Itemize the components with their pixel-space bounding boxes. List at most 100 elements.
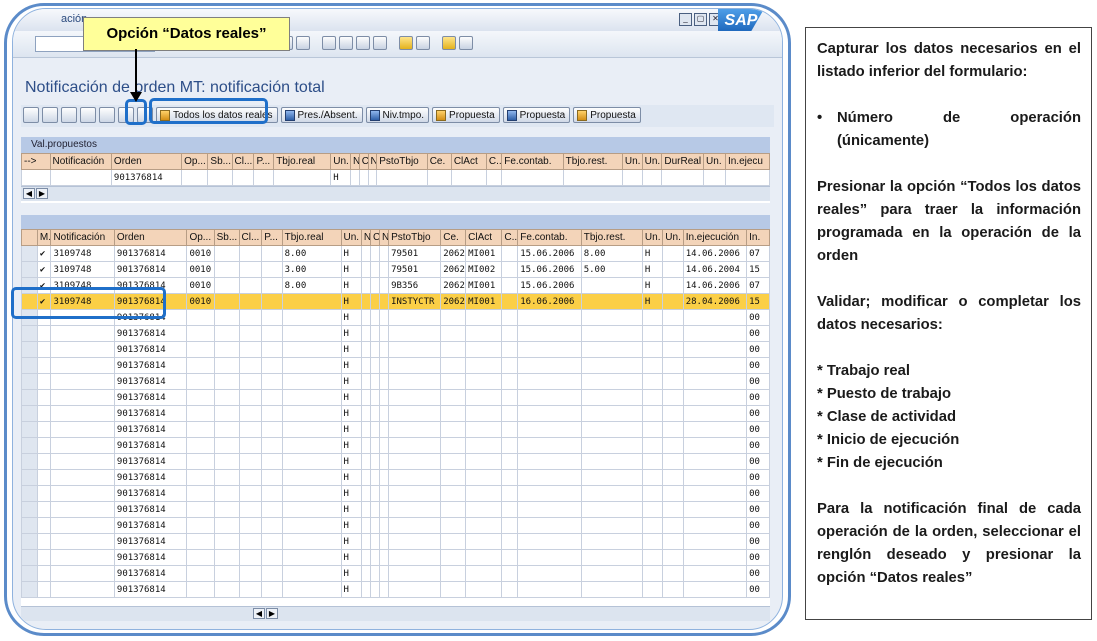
horizontal-scrollbar[interactable]: ◀ ▶	[21, 186, 770, 201]
cell[interactable]	[186, 517, 215, 534]
cell[interactable]	[261, 325, 283, 342]
cell[interactable]	[238, 437, 263, 454]
cell[interactable]	[501, 485, 519, 502]
cell[interactable]	[261, 469, 283, 486]
col-header[interactable]: -->	[21, 153, 51, 170]
cell[interactable]	[349, 169, 360, 186]
cell[interactable]	[186, 581, 215, 598]
cell[interactable]	[388, 501, 442, 518]
cell[interactable]	[662, 405, 684, 422]
row-selector[interactable]	[21, 261, 38, 278]
cell[interactable]: 00	[746, 485, 770, 502]
cell[interactable]	[261, 533, 283, 550]
cell[interactable]	[426, 169, 452, 186]
cell[interactable]	[580, 453, 643, 470]
cell[interactable]	[517, 405, 582, 422]
cell[interactable]	[388, 309, 442, 326]
cell[interactable]: H	[340, 405, 362, 422]
cell[interactable]	[662, 389, 684, 406]
cell[interactable]	[379, 325, 390, 342]
cell[interactable]	[360, 309, 371, 326]
cell[interactable]	[238, 549, 263, 566]
layout-menu-icon[interactable]	[459, 36, 473, 50]
cell[interactable]	[281, 533, 342, 550]
cell[interactable]	[662, 245, 684, 262]
cell[interactable]	[360, 549, 371, 566]
cell[interactable]	[261, 405, 283, 422]
cell[interactable]	[641, 389, 664, 406]
cell[interactable]	[517, 517, 582, 534]
cell[interactable]	[501, 357, 519, 374]
cell[interactable]	[682, 421, 748, 438]
cell[interactable]	[517, 325, 582, 342]
cell[interactable]: 00	[746, 405, 770, 422]
row-selector[interactable]	[21, 245, 38, 262]
cell[interactable]	[261, 485, 283, 502]
cell[interactable]	[213, 485, 240, 502]
print-list-icon[interactable]	[61, 107, 77, 123]
cell[interactable]	[261, 517, 283, 534]
cell[interactable]	[517, 533, 582, 550]
cell[interactable]	[641, 581, 664, 598]
cell[interactable]	[281, 309, 342, 326]
cell[interactable]	[501, 325, 519, 342]
cell[interactable]	[465, 325, 503, 342]
cell[interactable]	[501, 245, 519, 262]
cell[interactable]: 15.06.2006	[517, 245, 582, 262]
cell[interactable]	[50, 485, 115, 502]
cell[interactable]	[580, 565, 643, 582]
cell[interactable]	[682, 373, 748, 390]
cell[interactable]	[369, 501, 381, 518]
cell[interactable]	[440, 421, 467, 438]
cell[interactable]	[360, 245, 371, 262]
cell[interactable]	[580, 341, 643, 358]
cell[interactable]	[360, 469, 371, 486]
cell[interactable]	[213, 421, 240, 438]
cell[interactable]	[369, 245, 381, 262]
cell[interactable]	[50, 517, 115, 534]
cell[interactable]	[517, 501, 582, 518]
cell[interactable]: 15	[746, 293, 770, 310]
cell[interactable]: H	[340, 325, 362, 342]
cell[interactable]: 3.00	[281, 261, 342, 278]
col-header[interactable]: ClAct	[465, 229, 503, 246]
row-selector[interactable]	[21, 357, 38, 374]
cell[interactable]	[369, 389, 381, 406]
col-header[interactable]: N	[379, 229, 390, 246]
cell[interactable]	[501, 421, 519, 438]
cell[interactable]	[641, 309, 664, 326]
details-icon[interactable]	[42, 107, 58, 123]
col-header[interactable]: Ce.	[426, 153, 452, 170]
cell[interactable]: MI001	[465, 245, 503, 262]
table-row[interactable]: 901376814 H 00	[21, 549, 770, 566]
cell[interactable]	[641, 565, 664, 582]
cell[interactable]	[281, 501, 342, 518]
col-header[interactable]: PstoTbjo	[376, 153, 428, 170]
cell[interactable]	[50, 389, 115, 406]
cell[interactable]	[213, 405, 240, 422]
cell[interactable]	[501, 581, 519, 598]
cell[interactable]	[281, 357, 342, 374]
cell[interactable]	[641, 405, 664, 422]
row-selector[interactable]	[21, 565, 38, 582]
cell[interactable]	[50, 421, 115, 438]
cell[interactable]: H	[340, 261, 362, 278]
cell[interactable]	[641, 373, 664, 390]
col-header[interactable]: N	[349, 153, 360, 170]
cell[interactable]: 8.00	[281, 277, 342, 294]
cell[interactable]: 00	[746, 453, 770, 470]
cell[interactable]	[465, 341, 503, 358]
cell[interactable]	[238, 453, 263, 470]
cell[interactable]	[360, 325, 371, 342]
find-next-icon[interactable]	[296, 36, 310, 50]
cell[interactable]: 901376814	[113, 373, 188, 390]
horizontal-scrollbar[interactable]: ◀ ▶	[21, 606, 770, 621]
cell[interactable]	[261, 309, 283, 326]
col-header[interactable]: In.ejecución	[682, 229, 748, 246]
cell[interactable]	[682, 485, 748, 502]
cell[interactable]	[580, 533, 643, 550]
cell[interactable]: 00	[746, 357, 770, 374]
cell[interactable]	[50, 501, 115, 518]
cell[interactable]	[213, 501, 240, 518]
cell[interactable]: 9B356	[388, 277, 442, 294]
